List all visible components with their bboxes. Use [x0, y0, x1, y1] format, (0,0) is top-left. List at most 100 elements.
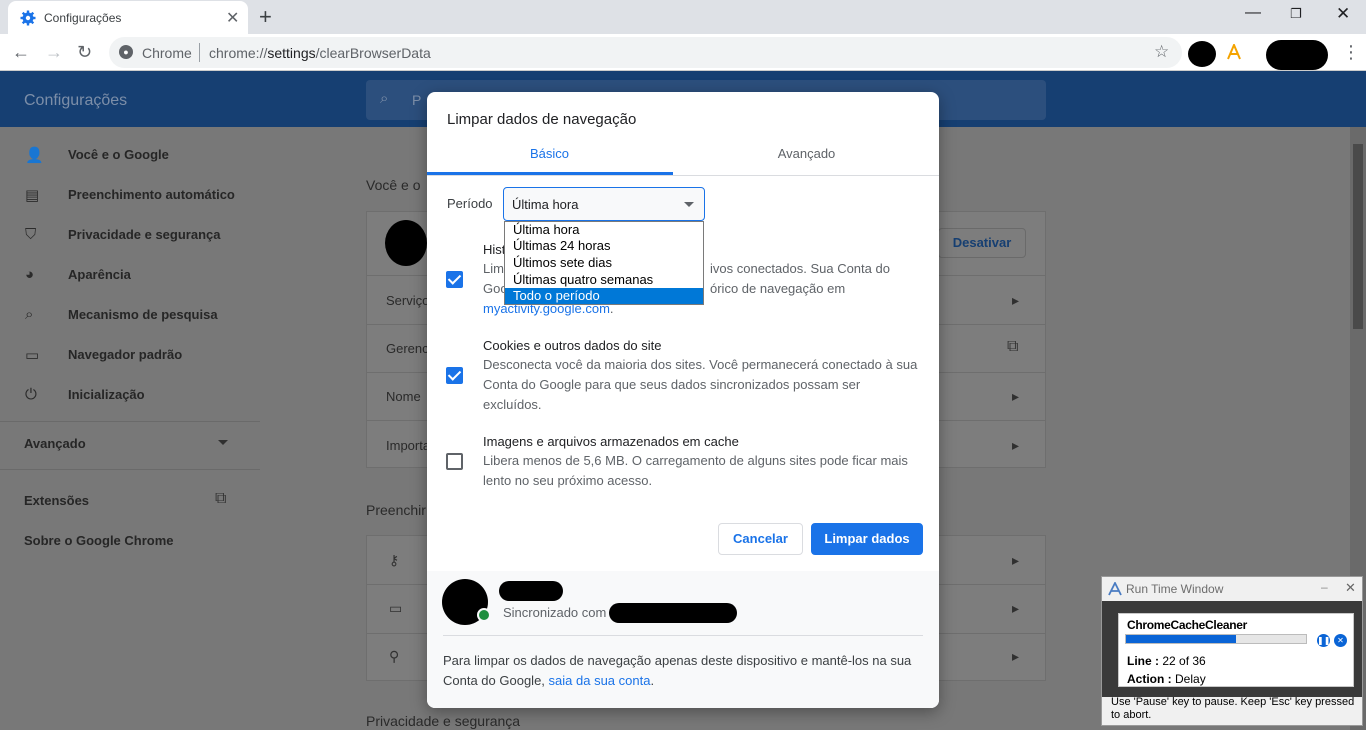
autoit-icon	[1108, 582, 1122, 596]
tab-settings[interactable]: Configurações ✕	[8, 1, 248, 34]
close-icon[interactable]: ✕	[1345, 580, 1356, 596]
minimize-icon[interactable]: –	[1321, 580, 1328, 594]
open-external-icon[interactable]: ⧉	[215, 490, 226, 508]
cookies-desc: Desconecta você da maioria dos sites. Vo…	[483, 357, 918, 372]
page-title: Configurações	[24, 92, 128, 109]
footer-text: Para limpar os dados de navegação apenas…	[443, 653, 912, 668]
cookies-checkbox[interactable]	[446, 367, 463, 384]
location-pin-icon: ⚲	[389, 648, 400, 664]
omnibox-chrome-label: Chrome	[142, 45, 192, 61]
history-desc2-end: órico de navegação em	[710, 281, 846, 296]
menu-icon[interactable]: ⋮	[1342, 42, 1360, 63]
close-window-icon[interactable]: ✕	[1336, 4, 1350, 24]
disable-sync-button[interactable]: Desativar	[938, 228, 1026, 258]
sidebar-item-you-and-google[interactable]: 👤 Você e o Google	[0, 134, 260, 174]
manage-account-row[interactable]: Gerenc	[386, 341, 429, 356]
clear-data-button[interactable]: Limpar dados	[811, 523, 923, 555]
period-option[interactable]: Última hora	[505, 222, 703, 238]
sidebar-item-autofill[interactable]: ▤ Preenchimento automático	[0, 174, 260, 214]
clipboard-icon: ▤	[25, 187, 40, 204]
sidebar-about[interactable]: Sobre o Google Chrome	[24, 533, 174, 548]
sidebar-item-label: Navegador padrão	[68, 347, 183, 362]
chevron-right-icon[interactable]: ▸	[1012, 648, 1019, 665]
cookies-desc: excluídos.	[483, 397, 542, 412]
history-desc-start: Lim	[483, 261, 504, 276]
chevron-down-icon[interactable]	[218, 440, 228, 445]
abort-icon[interactable]: ✕	[1334, 634, 1347, 647]
open-external-icon[interactable]: ⧉	[1007, 338, 1018, 356]
sidebar-item-startup[interactable]: ⏻ Inicialização	[0, 374, 260, 414]
section-you-heading: Você e o	[366, 177, 421, 193]
cookies-desc: Conta do Google para que seus dados sinc…	[483, 377, 861, 392]
profile-avatar[interactable]	[1266, 40, 1328, 70]
run-info-box: ChromeCacheCleaner ❚❚ ✕ Line : 22 of 36 …	[1118, 613, 1354, 687]
autoit-extension-icon[interactable]	[1226, 44, 1242, 60]
period-option[interactable]: Últimas quatro semanas	[505, 272, 703, 288]
history-checkbox[interactable]	[446, 271, 463, 288]
tab-basic[interactable]: Básico	[427, 146, 672, 161]
sidebar-item-search-engine[interactable]: ⌕ Mecanismo de pesquisa	[0, 294, 260, 334]
period-option[interactable]: Últimos sete dias	[505, 255, 703, 271]
action-info: Action : Delay	[1127, 672, 1206, 686]
chrome-secure-icon[interactable]: ●	[119, 45, 133, 59]
section-autofill-heading: Preenchir	[366, 502, 426, 518]
scrollbar-thumb[interactable]	[1353, 144, 1363, 329]
sidebar-item-label: Aparência	[68, 267, 131, 282]
search-icon: ⌕	[380, 90, 389, 107]
progress-bar	[1125, 634, 1307, 644]
period-select[interactable]: Última hora	[503, 187, 705, 221]
search-placeholder: P	[412, 92, 422, 108]
minimize-icon[interactable]: —	[1245, 4, 1261, 22]
chevron-right-icon[interactable]: ▸	[1012, 437, 1019, 454]
period-option-highlighted[interactable]: Todo o período	[505, 288, 703, 304]
dropdown-arrow-icon	[684, 202, 694, 207]
restore-icon[interactable]: ❐	[1290, 6, 1302, 22]
tab-strip: Configurações ✕ + — ❐ ✕	[0, 0, 1366, 34]
back-icon[interactable]: ←	[12, 42, 30, 63]
chevron-right-icon[interactable]: ▸	[1012, 388, 1019, 405]
footer-text-line2: Conta do Google, saia da sua conta.	[443, 673, 655, 688]
sidebar-item-default-browser[interactable]: ▭ Navegador padrão	[0, 334, 260, 374]
reload-icon[interactable]: ↻	[77, 42, 92, 63]
cancel-button[interactable]: Cancelar	[718, 523, 803, 555]
pause-icon[interactable]: ❚❚	[1317, 634, 1330, 647]
sidebar-divider	[0, 469, 260, 470]
cache-desc: Libera menos de 5,6 MB. O carregamento d…	[483, 453, 908, 468]
sidebar-item-appearance[interactable]: ◕ Aparência	[0, 254, 260, 294]
sidebar-item-privacy[interactable]: ⛉ Privacidade e segurança	[0, 214, 260, 254]
key-icon: ⚷	[389, 552, 400, 568]
section-privacy-heading: Privacidade e segurança	[366, 713, 521, 729]
name-row[interactable]: Nome	[386, 389, 421, 404]
sidebar-divider	[0, 421, 260, 422]
avatar	[385, 220, 427, 266]
period-option[interactable]: Últimas 24 horas	[505, 238, 703, 254]
cache-checkbox[interactable]	[446, 453, 463, 470]
run-hint: Use 'Pause' key to pause. Keep 'Esc' key…	[1111, 696, 1355, 721]
sync-services-row[interactable]: Serviço	[386, 293, 429, 308]
sidebar-item-label: Privacidade e segurança	[68, 227, 221, 242]
url-text[interactable]: chrome://settings/clearBrowserData	[209, 45, 431, 61]
import-row[interactable]: Importa	[386, 438, 430, 453]
footer-divider	[443, 635, 923, 636]
synced-with-label: Sincronizado com	[503, 605, 607, 620]
bookmark-star-icon[interactable]: ☆	[1154, 42, 1169, 62]
close-tab-icon[interactable]: ✕	[226, 8, 239, 28]
forward-icon[interactable]: →	[45, 42, 63, 63]
run-time-window: Run Time Window – ✕ ChromeCacheCleaner ❚…	[1101, 576, 1363, 726]
tab-advanced[interactable]: Avançado	[684, 146, 929, 161]
shield-icon: ⛉	[25, 226, 37, 243]
cookies-title: Cookies e outros dados do site	[483, 338, 662, 353]
sidebar-item-label: Inicialização	[68, 387, 145, 402]
chevron-right-icon[interactable]: ▸	[1012, 600, 1019, 617]
new-tab-button[interactable]: +	[259, 4, 272, 30]
script-name: ChromeCacheCleaner	[1127, 618, 1247, 632]
search-icon: ⌕	[25, 306, 34, 323]
sign-out-link[interactable]: saia da sua conta	[549, 673, 651, 688]
chevron-right-icon[interactable]: ▸	[1012, 292, 1019, 309]
sidebar-advanced[interactable]: Avançado	[24, 436, 86, 451]
address-bar[interactable]: ● Chrome chrome://settings/clearBrowserD…	[109, 37, 1182, 68]
chevron-right-icon[interactable]: ▸	[1012, 552, 1019, 569]
sidebar-extensions[interactable]: Extensões	[24, 493, 89, 508]
extension-icon[interactable]	[1188, 41, 1216, 67]
progress-fill	[1126, 635, 1236, 643]
